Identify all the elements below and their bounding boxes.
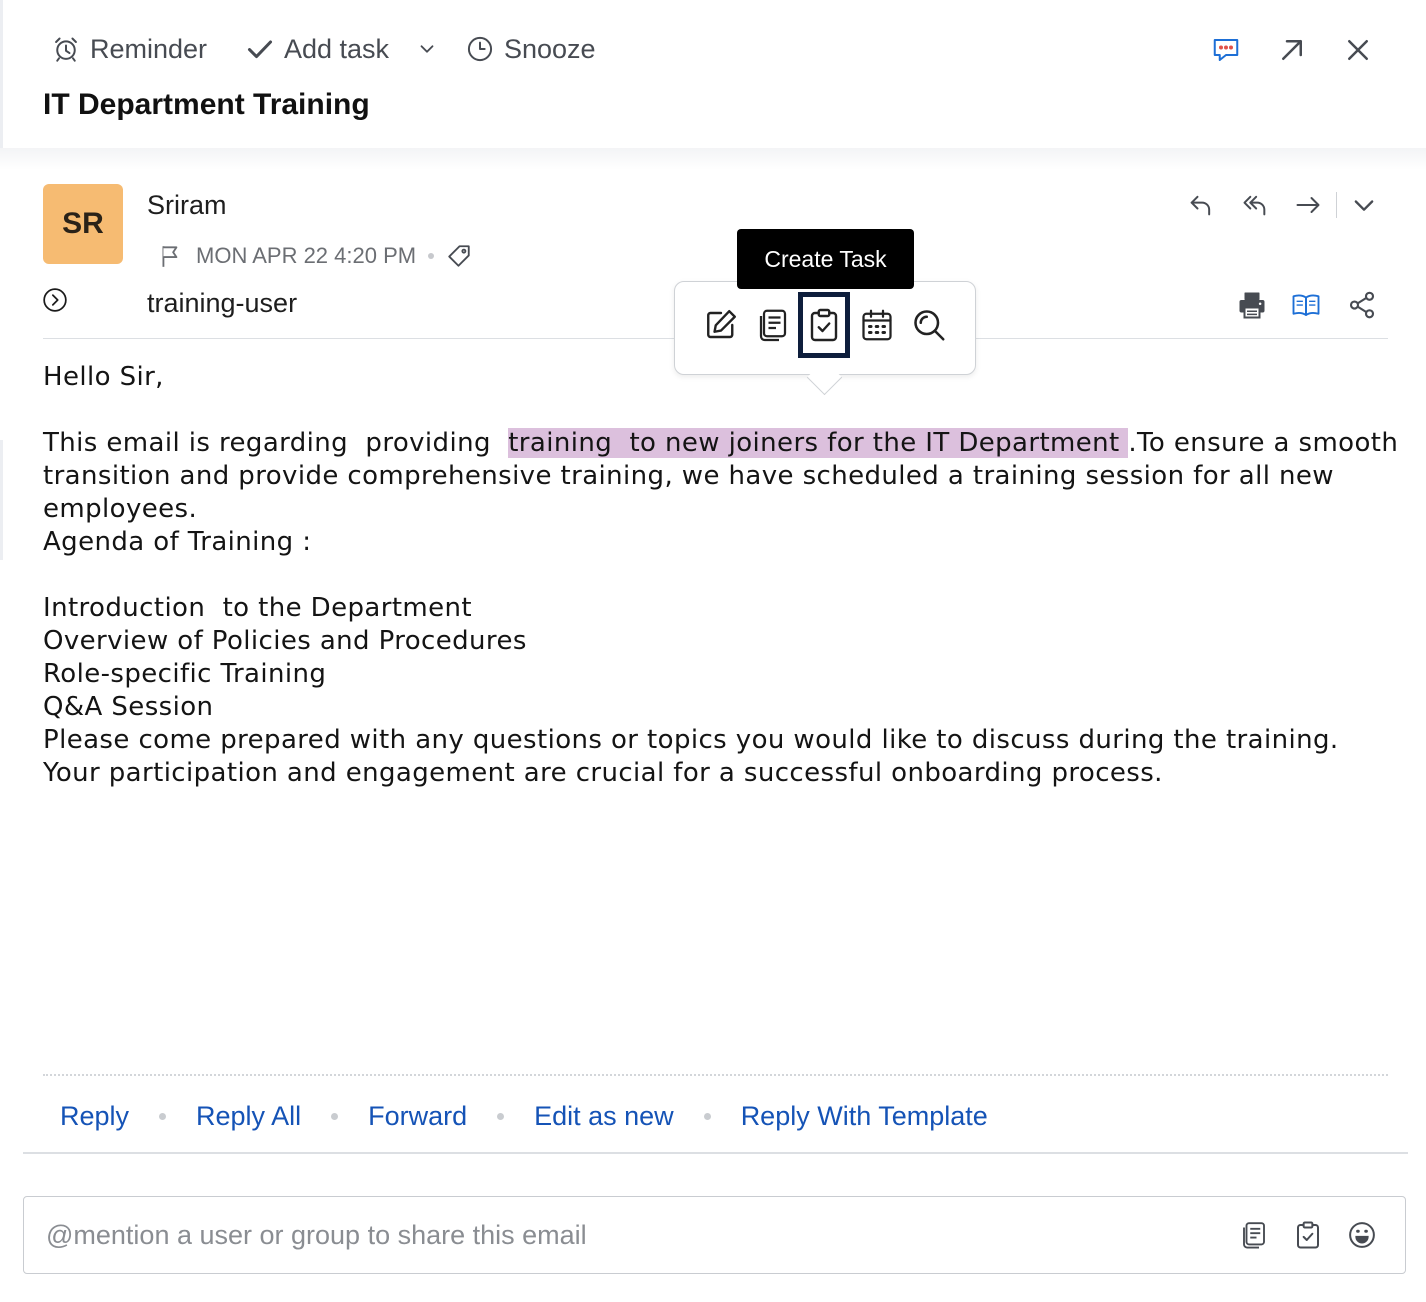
add-to-notes-button[interactable] — [747, 292, 799, 358]
footer-divider — [23, 1152, 1408, 1154]
forward-link[interactable]: Forward — [368, 1101, 467, 1132]
share-icon — [1347, 290, 1377, 320]
reminder-button[interactable]: Reminder — [52, 30, 207, 68]
edit-as-new-link[interactable]: Edit as new — [534, 1101, 674, 1132]
reply-all-icon — [1241, 191, 1269, 219]
open-book-icon — [1291, 290, 1321, 320]
clock-icon — [466, 35, 494, 63]
intro-paragraph: This email is regarding providing traini… — [43, 427, 1403, 526]
add-task-label: Add task — [284, 33, 390, 64]
intro-text: This email is regarding providing — [43, 428, 509, 458]
search-icon — [911, 307, 947, 343]
sender-name[interactable]: Sriram — [147, 190, 227, 221]
create-task-button[interactable] — [798, 292, 850, 358]
add-note-button[interactable] — [695, 292, 747, 358]
comment-button[interactable] — [1208, 32, 1244, 68]
add-task-button[interactable]: Add task — [246, 30, 389, 68]
body-footer-divider — [43, 1074, 1388, 1076]
more-actions-button[interactable] — [1346, 187, 1382, 223]
tag-icon[interactable] — [446, 243, 472, 269]
pop-out-button[interactable] — [1274, 32, 1310, 68]
agenda-item: Role-specific Training — [43, 659, 327, 689]
forward-action-button[interactable] — [1290, 187, 1326, 223]
reading-mode-button[interactable] — [1287, 286, 1325, 324]
share-task-button[interactable] — [1290, 1217, 1326, 1253]
snooze-label: Snooze — [504, 33, 596, 64]
comment-bubble-icon — [1211, 35, 1241, 65]
close-button[interactable] — [1340, 32, 1376, 68]
alarm-clock-icon — [52, 35, 80, 63]
link-separator — [703, 1112, 711, 1120]
printer-icon — [1237, 290, 1267, 320]
link-separator — [331, 1112, 339, 1120]
edit-note-icon — [703, 307, 739, 343]
create-task-tooltip: Create Task — [737, 229, 914, 289]
share-email-box — [23, 1196, 1406, 1274]
agenda-item: Introduction to the Department — [43, 593, 473, 623]
forward-arrow-icon — [1294, 191, 1322, 219]
create-task-icon — [806, 307, 842, 343]
print-button[interactable] — [1233, 286, 1271, 324]
email-subject: IT Department Training — [43, 88, 370, 121]
smiley-icon — [1347, 1220, 1377, 1250]
agenda-item: Overview of Policies and Procedures — [43, 626, 527, 656]
arrow-up-right-icon — [1277, 35, 1307, 65]
share-notes-button[interactable] — [1236, 1217, 1272, 1253]
avatar[interactable]: SR — [43, 184, 123, 264]
selected-text-highlight[interactable]: training to new joiners for the IT Depar… — [508, 428, 1129, 458]
meta-separator — [428, 253, 435, 259]
snooze-button[interactable]: Snooze — [466, 30, 596, 68]
add-task-dropdown-chevron-icon[interactable] — [416, 38, 438, 60]
emoji-button[interactable] — [1344, 1217, 1380, 1253]
left-edge-line — [0, 0, 3, 150]
agenda-title: Agenda of Training : — [43, 527, 312, 557]
reply-icon — [1187, 191, 1215, 219]
share-button[interactable] — [1343, 286, 1381, 324]
notes-icon — [755, 307, 791, 343]
header-divider-shadow — [0, 148, 1426, 170]
reminder-label: Reminder — [90, 33, 208, 64]
email-meta: MON APR 22 4:20 PM — [158, 238, 472, 274]
reply-links-bar: Reply Reply All Forward Edit as new Repl… — [60, 1096, 988, 1136]
link-separator — [497, 1112, 505, 1120]
reply-all-action-button[interactable] — [1237, 187, 1273, 223]
expand-recipients-icon[interactable] — [42, 287, 68, 313]
email-date: MON APR 22 4:20 PM — [196, 243, 417, 268]
task-clipboard-icon — [1293, 1220, 1323, 1250]
reply-link[interactable]: Reply — [60, 1101, 129, 1132]
left-edge-line — [0, 440, 3, 560]
checkmark-icon — [246, 35, 274, 63]
close-icon — [1343, 35, 1373, 65]
link-separator — [159, 1112, 167, 1120]
action-separator — [1336, 192, 1337, 218]
reply-all-link[interactable]: Reply All — [196, 1101, 301, 1132]
chevron-down-icon — [1350, 191, 1378, 219]
reply-with-template-link[interactable]: Reply With Template — [741, 1101, 988, 1132]
notes-icon — [1239, 1220, 1269, 1250]
closing-line: Your participation and engagement are cr… — [43, 758, 1163, 788]
agenda-item: Q&A Session — [43, 692, 214, 722]
mention-share-input[interactable] — [44, 1197, 1198, 1274]
recipient-name[interactable]: training-user — [147, 288, 297, 319]
closing-line: Please come prepared with any questions … — [43, 725, 1339, 755]
flag-icon[interactable] — [158, 243, 184, 269]
search-selection-button[interactable] — [903, 292, 955, 358]
calendar-icon — [859, 307, 895, 343]
reply-action-button[interactable] — [1183, 187, 1219, 223]
add-event-button[interactable] — [851, 292, 903, 358]
email-body: Hello Sir, This email is regarding provi… — [43, 361, 1403, 790]
